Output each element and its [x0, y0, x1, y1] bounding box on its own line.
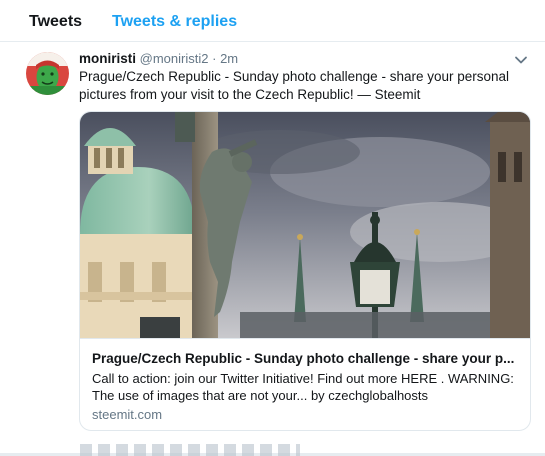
tweet-author-handle[interactable]: @moniristi2	[140, 51, 209, 66]
card-title: Prague/Czech Republic - Sunday photo cha…	[92, 351, 515, 366]
tweet-timestamp[interactable]: 2m	[220, 51, 238, 66]
card-domain: steemit.com	[92, 407, 163, 422]
header-separator: ·	[212, 51, 217, 66]
tab-tweets[interactable]: Tweets	[29, 13, 82, 31]
chevron-down-icon[interactable]	[514, 53, 528, 67]
card-description: Call to action: join our Twitter Initiat…	[92, 371, 514, 403]
profile-timeline: Tweets Tweets & replies moniristi @monir…	[0, 0, 545, 456]
avatar[interactable]	[26, 52, 69, 95]
tweet-header: moniristi @moniristi2 · 2m	[79, 51, 238, 66]
tweet-text: Prague/Czech Republic - Sunday photo cha…	[79, 69, 510, 102]
profile-tabs: Tweets Tweets & replies	[0, 0, 545, 42]
tweet-author-name[interactable]: moniristi	[79, 51, 136, 66]
card-image	[80, 112, 530, 338]
link-card[interactable]: Prague/Czech Republic - Sunday photo cha…	[79, 111, 531, 431]
next-tweet-cutoff	[80, 444, 300, 456]
card-body: Prague/Czech Republic - Sunday photo cha…	[80, 338, 530, 430]
tab-tweets-and-replies[interactable]: Tweets & replies	[112, 13, 237, 31]
